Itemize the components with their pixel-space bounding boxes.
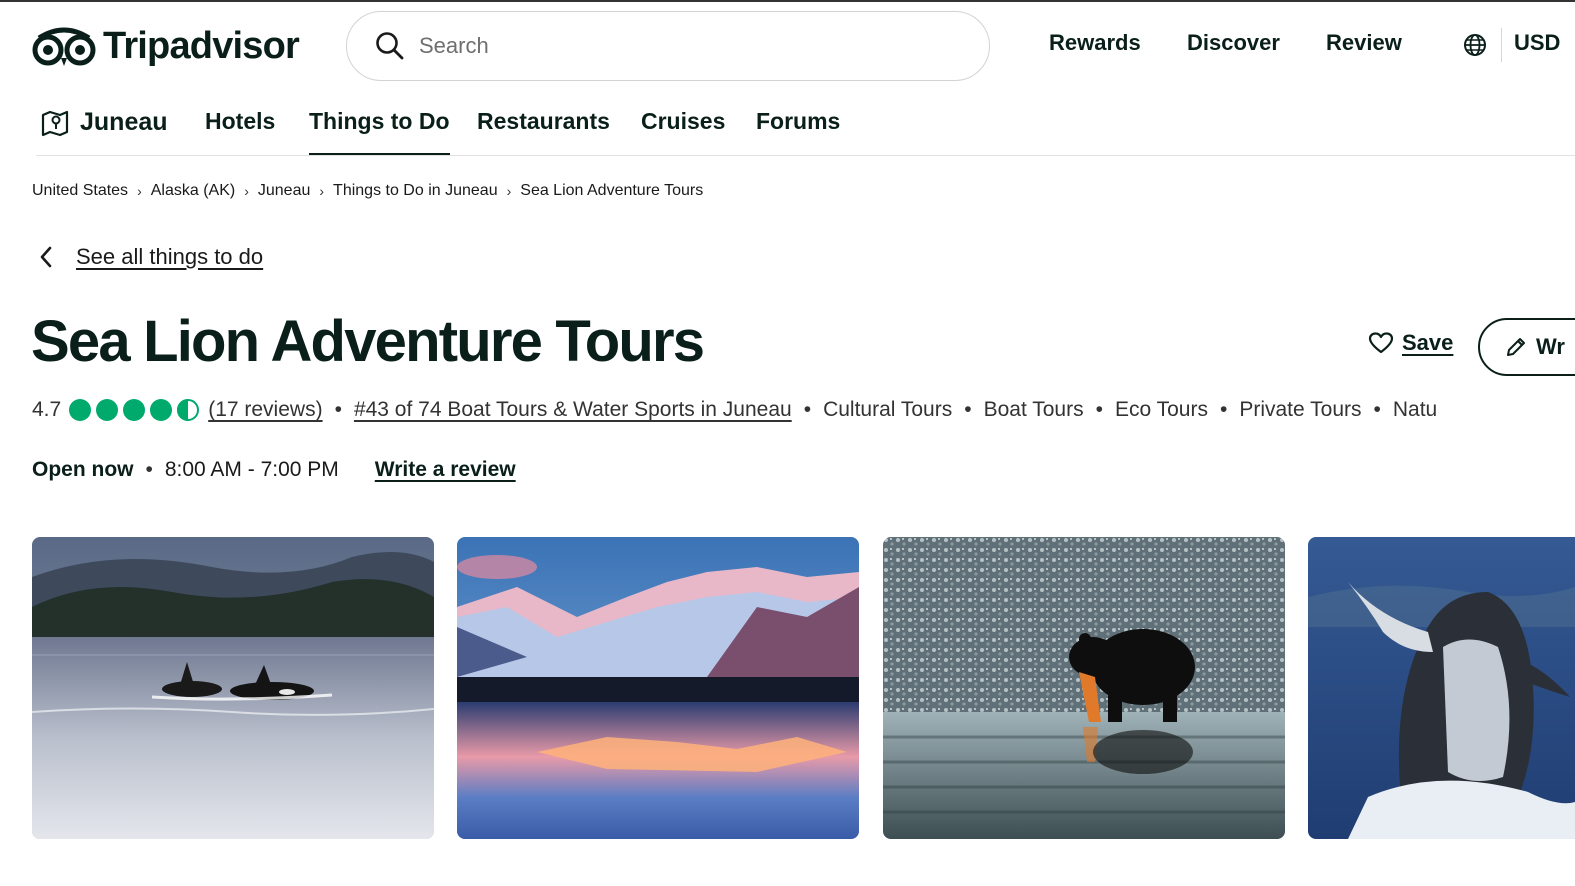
category-nature-tours: Natu: [1392, 398, 1438, 421]
breadcrumb-united-states[interactable]: United States: [32, 182, 128, 200]
subnav-hotels[interactable]: Hotels: [205, 106, 275, 156]
save-label: Save: [1402, 330, 1454, 355]
orca-whales-photo[interactable]: [32, 537, 434, 839]
page-title: Sea Lion Adventure Tours: [31, 309, 705, 374]
search-input[interactable]: [419, 33, 959, 59]
search-bar[interactable]: [346, 11, 990, 81]
rating-value: 4.7: [32, 398, 62, 421]
write-review-button[interactable]: Wr: [1478, 318, 1575, 376]
subnav-location-label: Juneau: [80, 108, 168, 136]
bubble-full-icon: [123, 399, 146, 421]
breadcrumb-things-to-do[interactable]: Things to Do in Juneau: [333, 182, 498, 200]
breadcrumb-current: Sea Lion Adventure Tours: [520, 182, 704, 199]
opening-hours: 8:00 AM - 7:00 PM: [164, 458, 339, 481]
subnav-forums[interactable]: Forums: [756, 106, 840, 156]
top-edge-strip: [0, 0, 1575, 2]
separator-dot: •: [145, 458, 153, 481]
separator-dot: •: [1373, 398, 1381, 421]
mendenhall-glacier-sunset-photo[interactable]: [457, 537, 859, 839]
back-link-label: See all things to do: [76, 244, 264, 269]
separator-dot: •: [1095, 398, 1103, 421]
breadcrumb: United States › Alaska (AK) › Juneau › T…: [32, 182, 703, 200]
heart-icon: [1368, 332, 1394, 354]
header-divider: [1501, 28, 1502, 62]
save-button[interactable]: Save: [1368, 330, 1453, 356]
separator-dot: •: [334, 398, 342, 421]
back-to-all-things-link[interactable]: See all things to do: [36, 244, 263, 270]
globe-icon[interactable]: [1463, 33, 1487, 62]
category-private-tours: Private Tours: [1239, 398, 1362, 421]
bubble-full-icon: [69, 399, 92, 421]
separator-dot: •: [964, 398, 972, 421]
logo-wordmark: Tripadvisor: [103, 24, 300, 67]
chevron-right-icon: ›: [319, 183, 325, 199]
chevron-right-icon: ›: [244, 183, 249, 199]
breadcrumb-juneau[interactable]: Juneau: [258, 182, 311, 200]
hours-row: Open now • 8:00 AM - 7:00 PM Write a rev…: [32, 458, 516, 482]
subnav-divider: [36, 155, 1575, 156]
category-cultural-tours: Cultural Tours: [823, 398, 953, 421]
ranking-link[interactable]: #43 of 74 Boat Tours & Water Sports in J…: [354, 398, 792, 422]
bubble-half-icon: [177, 399, 200, 421]
chevron-right-icon: ›: [137, 183, 142, 199]
map-pin-icon: [41, 110, 69, 137]
subnav-restaurants[interactable]: Restaurants: [477, 106, 610, 156]
breadcrumb-alaska[interactable]: Alaska (AK): [151, 182, 235, 200]
search-icon: [376, 32, 404, 60]
tripadvisor-logo[interactable]: Tripadvisor: [31, 22, 300, 70]
write-review-link[interactable]: Write a review: [375, 458, 516, 482]
black-bear-salmon-photo[interactable]: [883, 537, 1285, 839]
rating-bubbles: [68, 398, 200, 422]
bubble-full-icon: [150, 399, 173, 421]
nav-discover[interactable]: Discover: [1187, 30, 1280, 56]
nav-review[interactable]: Review: [1326, 30, 1402, 56]
chevron-right-icon: ›: [506, 183, 512, 199]
currency-selector[interactable]: USD: [1514, 30, 1560, 56]
subnav-location-juneau[interactable]: Juneau: [40, 106, 168, 156]
category-boat-tours: Boat Tours: [983, 398, 1084, 421]
chevron-left-icon: [40, 246, 52, 268]
separator-dot: •: [1219, 398, 1228, 421]
subnav-things-to-do[interactable]: Things to Do: [309, 106, 450, 156]
rating-row: 4.7 (17 reviews) • #43 of 74 Boat Tours …: [32, 398, 1437, 422]
subnav-cruises[interactable]: Cruises: [641, 106, 725, 156]
nav-rewards[interactable]: Rewards: [1049, 30, 1141, 56]
humpback-whale-breach-photo[interactable]: [1308, 537, 1575, 839]
owl-logo-icon: [32, 27, 96, 66]
pencil-icon: [1507, 338, 1525, 356]
bubble-full-icon: [96, 399, 119, 421]
category-eco-tours: Eco Tours: [1114, 398, 1208, 421]
separator-dot: •: [803, 398, 812, 421]
open-status: Open now: [32, 458, 134, 481]
reviews-link[interactable]: (17 reviews): [208, 398, 322, 422]
write-button-label: Wr: [1536, 334, 1565, 359]
